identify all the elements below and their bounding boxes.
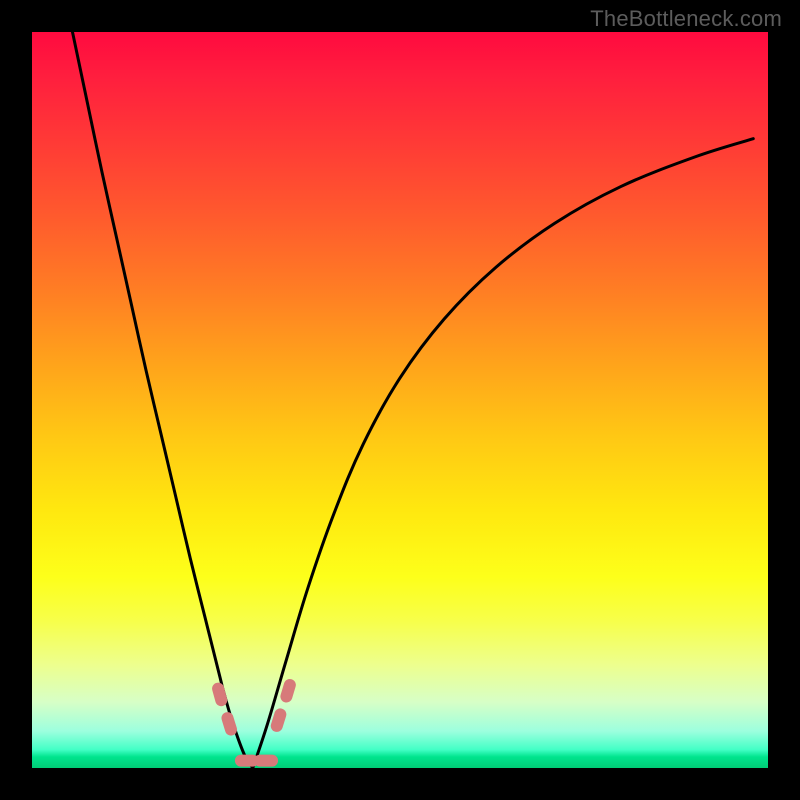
curve-left branch	[72, 32, 252, 768]
chart-svg	[32, 32, 768, 768]
marker-group	[211, 678, 298, 767]
marker-right-upper	[279, 678, 297, 704]
watermark-text: TheBottleneck.com	[590, 6, 782, 32]
chart-stage: TheBottleneck.com	[0, 0, 800, 800]
marker-bottom-b	[254, 755, 278, 767]
plot-area	[32, 32, 768, 768]
series-group	[72, 32, 753, 768]
curve-right branch	[253, 139, 753, 768]
marker-left-upper	[211, 681, 229, 707]
marker-left-lower	[220, 711, 239, 737]
